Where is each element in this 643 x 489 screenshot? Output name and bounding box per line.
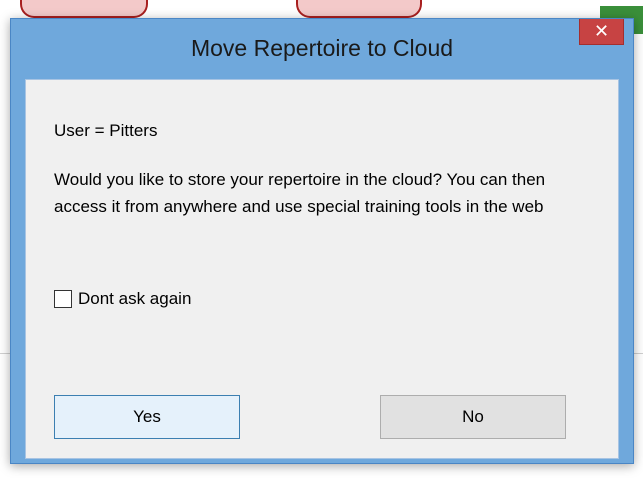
dont-ask-again-checkbox[interactable] bbox=[54, 290, 72, 308]
close-button[interactable]: ✕ bbox=[579, 19, 624, 45]
background-shape bbox=[296, 0, 422, 18]
dialog-titlebar[interactable]: Move Repertoire to Cloud ✕ bbox=[11, 19, 633, 79]
yes-button[interactable]: Yes bbox=[54, 395, 240, 439]
dialog-title: Move Repertoire to Cloud bbox=[190, 35, 454, 61]
dialog-message: Would you like to store your repertoire … bbox=[54, 170, 546, 216]
dont-ask-again-row[interactable]: Dont ask again bbox=[54, 289, 191, 309]
move-repertoire-dialog: Move Repertoire to Cloud ✕ User = Pitter… bbox=[10, 18, 634, 464]
user-label: User = Pitters bbox=[54, 121, 158, 140]
no-button[interactable]: No bbox=[380, 395, 566, 439]
background-shape bbox=[20, 0, 148, 18]
dialog-body: User = Pitters Would you like to store y… bbox=[25, 79, 619, 459]
close-icon: ✕ bbox=[593, 21, 610, 41]
dont-ask-again-label[interactable]: Dont ask again bbox=[78, 289, 191, 309]
